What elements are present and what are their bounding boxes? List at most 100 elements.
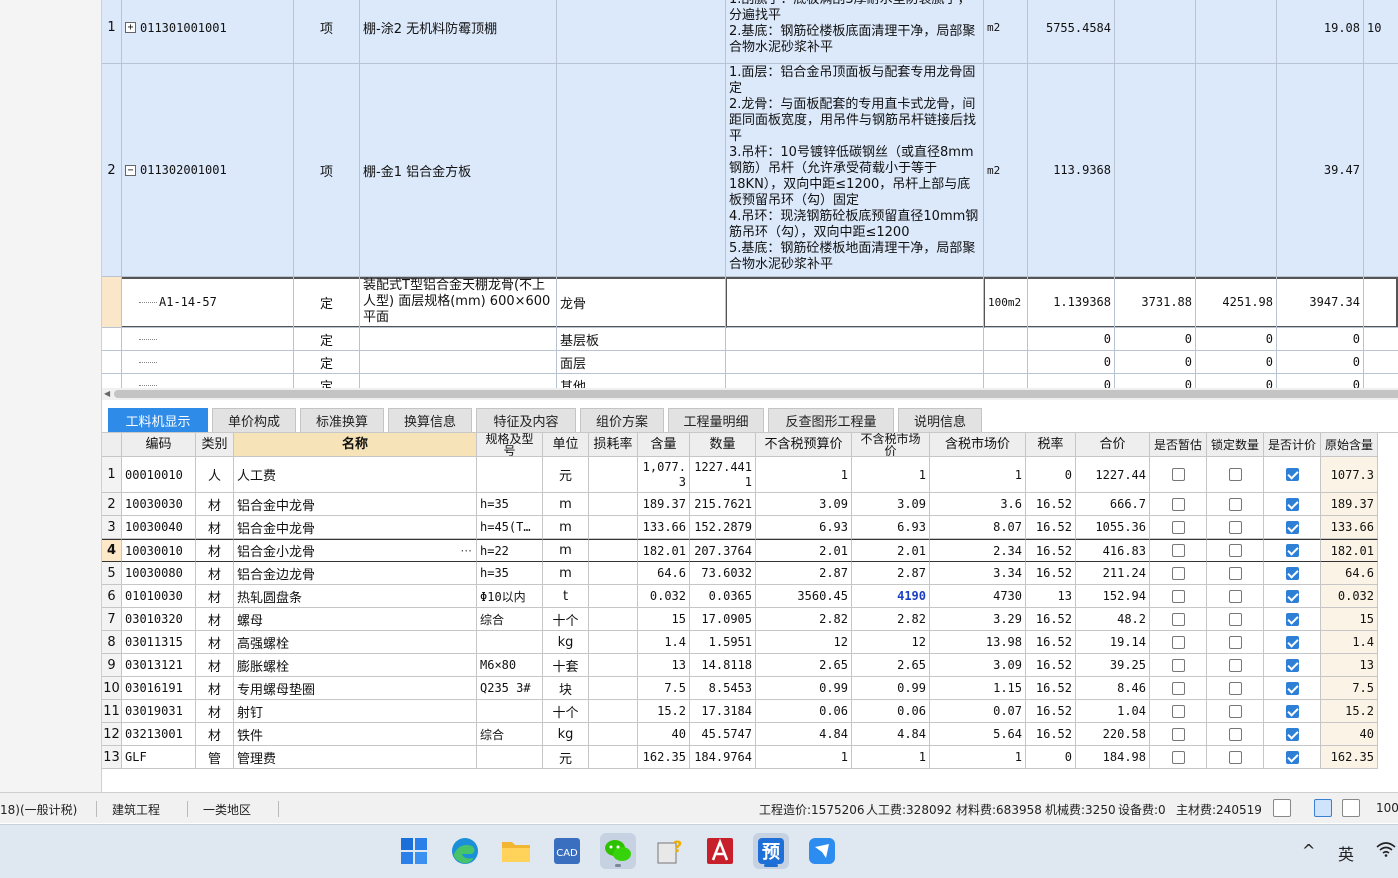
- resource-market-price-incl-tax[interactable]: 3.34: [930, 562, 1026, 585]
- estimate-checkbox[interactable]: [1171, 612, 1185, 626]
- resource-tax-rate[interactable]: 16.52: [1026, 493, 1076, 516]
- resource-name[interactable]: 人工费: [234, 457, 477, 493]
- header-budget-price-excl-tax[interactable]: 不含税预算价: [756, 433, 852, 457]
- resource-spec[interactable]: Φ10以内: [477, 585, 543, 608]
- item-quantity[interactable]: 113.9368: [1028, 64, 1115, 277]
- horizontal-scrollbar[interactable]: ◀: [102, 388, 1398, 400]
- resource-quantity[interactable]: 73.6032: [690, 562, 756, 585]
- row-number[interactable]: 8: [102, 631, 122, 654]
- resource-content[interactable]: 1.4: [638, 631, 690, 654]
- estimate-checkbox[interactable]: [1171, 658, 1185, 672]
- resource-quantity[interactable]: 215.7621: [690, 493, 756, 516]
- resource-quantity[interactable]: 8.5453: [690, 677, 756, 700]
- resource-content[interactable]: 133.66: [638, 516, 690, 539]
- resource-quantity[interactable]: 0.0365: [690, 585, 756, 608]
- resource-market-price-incl-tax[interactable]: 0.07: [930, 700, 1026, 723]
- resource-quantity[interactable]: 1227.4411: [690, 457, 756, 493]
- wifi-icon[interactable]: [1376, 841, 1396, 861]
- item-description[interactable]: [726, 328, 984, 351]
- row-number[interactable]: 12: [102, 723, 122, 746]
- resource-name[interactable]: 热轧圆盘条: [234, 585, 477, 608]
- estimate-checkbox[interactable]: [1171, 681, 1185, 695]
- resource-row[interactable]: 8 03011315 材高强螺栓 kg 1.4 1.5951 12 12 13.98 16.52 1…: [102, 631, 1398, 654]
- layout-split-vertical-icon[interactable]: [1342, 799, 1360, 817]
- resource-row[interactable]: 2 10030030 材铝合金中龙骨 h=35 m 189.37 215.7621 3.09 3…: [102, 493, 1398, 516]
- estimate-checkbox[interactable]: [1171, 635, 1185, 649]
- resource-market-price-incl-tax[interactable]: 3.29: [930, 608, 1026, 631]
- resource-loss-rate[interactable]: [589, 700, 638, 723]
- windows-start-icon[interactable]: [396, 833, 432, 869]
- estimate-checkbox[interactable]: [1171, 589, 1185, 603]
- row-number[interactable]: 5: [102, 562, 122, 585]
- item-quantity[interactable]: 0: [1028, 374, 1115, 388]
- resource-content[interactable]: 0.032: [638, 585, 690, 608]
- is-priced-checkbox[interactable]: [1285, 520, 1299, 534]
- resource-market-price-incl-tax[interactable]: 3.6: [930, 493, 1026, 516]
- resource-quantity[interactable]: 152.2879: [690, 516, 756, 539]
- resource-market-price[interactable]: 4.84: [852, 723, 930, 746]
- resource-spec[interactable]: [477, 700, 543, 723]
- header-lock-quantity[interactable]: 锁定数量: [1207, 433, 1264, 457]
- resource-market-price[interactable]: 6.93: [852, 516, 930, 539]
- scrollbar-thumb[interactable]: [114, 390, 1398, 398]
- resource-spec[interactable]: M6×80: [477, 654, 543, 677]
- resource-spec[interactable]: Q235 3#: [477, 677, 543, 700]
- resource-loss-rate[interactable]: [589, 631, 638, 654]
- resource-row[interactable]: 6 01010030 材热轧圆盘条 Φ10以内 t 0.032 0.0365 3560.45 4…: [102, 585, 1398, 608]
- resource-market-price[interactable]: 3.09: [852, 493, 930, 516]
- resource-market-price[interactable]: 2.87: [852, 562, 930, 585]
- chevron-up-icon[interactable]: ^: [1302, 841, 1315, 860]
- resource-loss-rate[interactable]: [589, 585, 638, 608]
- resource-market-price-incl-tax[interactable]: 1.15: [930, 677, 1026, 700]
- resource-market-price[interactable]: 4190: [852, 585, 930, 608]
- resource-content[interactable]: 13: [638, 654, 690, 677]
- lock-quantity-checkbox[interactable]: [1228, 544, 1242, 557]
- item-quantity[interactable]: 0: [1028, 351, 1115, 374]
- resource-content[interactable]: 1,077.3: [638, 457, 690, 493]
- is-priced-checkbox[interactable]: [1285, 612, 1299, 626]
- header-code[interactable]: 编码: [122, 433, 196, 457]
- estimate-checkbox[interactable]: [1171, 468, 1185, 481]
- resource-tax-rate[interactable]: 16.52: [1026, 631, 1076, 654]
- item-description[interactable]: 1.刮腻子：底板满刮3厚耐水型防裂腻子，分遍找平 2.基底：钢筋砼楼板底面清理干…: [726, 0, 984, 64]
- resource-market-price[interactable]: 1: [852, 746, 930, 769]
- resource-tax-rate[interactable]: 13: [1026, 585, 1076, 608]
- resource-content[interactable]: 7.5: [638, 677, 690, 700]
- item-name[interactable]: 装配式T型铝合金天棚龙骨(不上人型) 面层规格(mm) 600×600 平面: [360, 277, 557, 328]
- resource-content[interactable]: 189.37: [638, 493, 690, 516]
- resource-name[interactable]: 铝合金中龙骨: [234, 493, 477, 516]
- resource-tax-rate[interactable]: 0: [1026, 746, 1076, 769]
- lock-quantity-checkbox[interactable]: [1228, 520, 1242, 534]
- resource-name[interactable]: 铝合金中龙骨: [234, 516, 477, 539]
- header-total-price[interactable]: 合价: [1076, 433, 1150, 457]
- resource-market-price-incl-tax[interactable]: 1: [930, 457, 1026, 493]
- item-feature[interactable]: 其他: [557, 374, 726, 388]
- resource-spec[interactable]: h=35: [477, 562, 543, 585]
- resource-name[interactable]: 高强螺栓: [234, 631, 477, 654]
- edge-browser-icon[interactable]: [447, 833, 483, 869]
- item-description[interactable]: [726, 277, 984, 328]
- resource-name[interactable]: 铝合金边龙骨: [234, 562, 477, 585]
- resource-row[interactable]: 12 03213001 材铁件 综合 kg 40 45.5747 4.84 4.84 5.64 16…: [102, 723, 1398, 746]
- row-number[interactable]: 2: [102, 493, 122, 516]
- is-priced-checkbox[interactable]: [1285, 681, 1299, 695]
- is-priced-checkbox[interactable]: [1285, 704, 1299, 718]
- item-feature[interactable]: 基层板: [557, 328, 726, 351]
- tab-pricing-scheme[interactable]: 组价方案: [580, 408, 664, 432]
- budget-software-icon[interactable]: 预: [753, 833, 789, 869]
- resource-loss-rate[interactable]: [589, 654, 638, 677]
- is-priced-checkbox[interactable]: [1285, 727, 1299, 741]
- resource-tax-rate[interactable]: 16.52: [1026, 700, 1076, 723]
- resource-market-price-incl-tax[interactable]: 1: [930, 746, 1026, 769]
- resource-loss-rate[interactable]: [589, 562, 638, 585]
- resource-quantity[interactable]: 17.3184: [690, 700, 756, 723]
- resource-tax-rate[interactable]: 16.52: [1026, 608, 1076, 631]
- quota-row[interactable]: 定 基层板 0 0 0 0: [102, 328, 1398, 351]
- resource-loss-rate[interactable]: [589, 493, 638, 516]
- item-quantity[interactable]: 5755.4584: [1028, 0, 1115, 64]
- is-priced-checkbox[interactable]: [1285, 635, 1299, 649]
- collapse-icon[interactable]: −: [125, 164, 136, 176]
- help-tool-icon[interactable]: ?: [651, 833, 687, 869]
- resource-market-price[interactable]: 2.82: [852, 608, 930, 631]
- quota-row[interactable]: 定 其他 0 0 0 0: [102, 374, 1398, 388]
